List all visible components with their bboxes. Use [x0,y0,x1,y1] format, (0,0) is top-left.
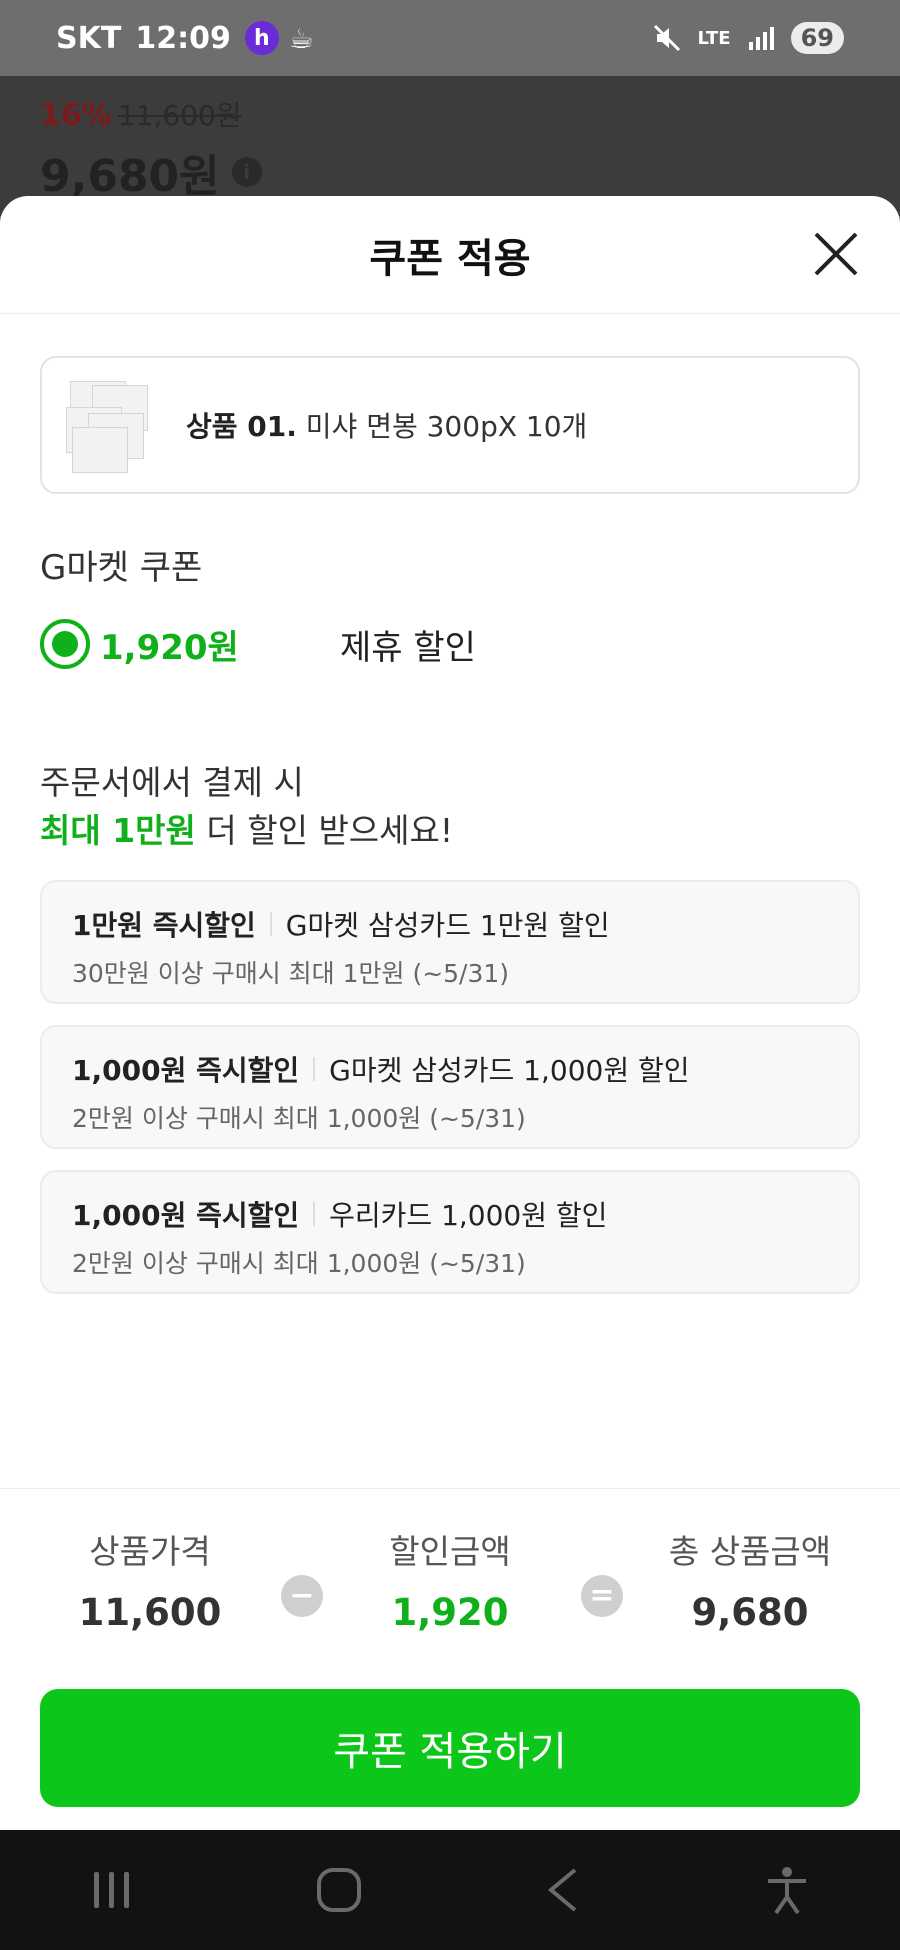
card-offer: 1,000원 즉시할인 우리카드 1,000원 할인 2만원 이상 구매시 최대… [40,1170,860,1294]
app-notification-icon: h [244,21,279,55]
background-product-page: 16% 11,600원 9,680원 i [0,76,900,216]
card-offer: 1만원 즉시할인 G마켓 삼성카드 1만원 할인 30만원 이상 구매시 최대 … [40,880,860,1004]
summary-discount: 할인금액 1,920 [320,1525,580,1634]
gmarket-coupon-label: G마켓 쿠폰 [40,548,203,588]
status-bar: SKT 12:09 h ☕ LTE 69 [0,0,900,76]
recent-apps-icon[interactable] [90,1868,134,1912]
price-summary: 상품가격 11,600 − 할인금액 1,920 = 총 상품금액 9,680 [0,1488,900,1648]
bg-price: 9,680원 [40,151,220,202]
bg-original-price: 11,600원 [117,99,242,132]
accessibility-icon[interactable] [764,1865,810,1915]
offer-name: G마켓 삼성카드 1,000원 할인 [329,1054,690,1087]
divider [269,912,272,936]
bg-price-row: 9,680원 i [40,140,860,204]
offer-title: 1만원 즉시할인 [72,909,256,942]
divider [313,1057,316,1081]
minus-icon: − [281,1575,323,1617]
carrier-label: SKT [56,20,122,56]
apply-coupon-button[interactable]: 쿠폰 적용하기 [40,1689,860,1807]
system-nav-bar [0,1830,900,1950]
summary-price-label: 상품가격 [89,1532,211,1571]
coupon-amount: 1,920원 [100,627,239,668]
close-icon[interactable] [808,226,864,282]
product-card: 상품 01. 미샤 면봉 300pX 10개 [40,356,860,494]
offer-name: 우리카드 1,000원 할인 [329,1199,608,1232]
offer-condition: 2만원 이상 구매시 최대 1,000원 (~5/31) [72,1104,526,1133]
radio-selected-icon[interactable] [40,619,90,669]
offer-name: G마켓 삼성카드 1만원 할인 [285,909,610,942]
product-number: 상품 01. [186,410,297,443]
promo-rest: 더 할인 받으세요! [195,811,454,850]
coupon-option[interactable]: 1,920원 제휴 할인 [40,614,860,674]
offer-title: 1,000원 즉시할인 [72,1054,300,1087]
summary-discount-value: 1,920 [391,1591,509,1634]
info-icon: i [231,157,262,187]
promo-highlight: 최대 1만원 [40,811,196,850]
equals-icon: = [581,1575,623,1617]
sheet-header: 쿠폰 적용 [0,196,900,314]
product-title: 미샤 면봉 300pX 10개 [305,410,588,443]
offer-title: 1,000원 즉시할인 [72,1199,300,1232]
bowl-notification-icon: ☕ [288,21,314,55]
summary-price-value: 11,600 [78,1591,222,1634]
lte-icon: LTE [697,27,731,49]
product-thumbnail [62,377,158,473]
promo-line-2: 최대 1만원 더 할인 받으세요! [40,804,453,852]
divider [313,1202,316,1226]
summary-total-value: 9,680 [691,1591,809,1634]
summary-discount-label: 할인금액 [389,1532,511,1571]
offer-condition: 2만원 이상 구매시 최대 1,000원 (~5/31) [72,1249,526,1278]
bg-discount-rate: 16% [40,98,112,133]
coupon-sheet: 쿠폰 적용 상품 01. 미샤 면봉 300pX 10개 G마켓 쿠폰 1,92… [0,196,900,1830]
clock: 12:09 [135,20,231,56]
coupon-description: 제휴 할인 [340,627,476,668]
battery-indicator: 69 [790,22,844,54]
signal-icon [748,27,774,50]
summary-total-label: 총 상품금액 [668,1532,832,1571]
promo-line-1: 주문서에서 결제 시 [40,763,304,802]
back-icon[interactable] [543,1866,583,1914]
home-icon[interactable] [315,1866,363,1914]
product-name: 상품 01. 미샤 면봉 300pX 10개 [186,405,587,445]
status-icons: LTE 69 [652,22,844,54]
card-offer: 1,000원 즉시할인 G마켓 삼성카드 1,000원 할인 2만원 이상 구매… [40,1025,860,1149]
summary-price: 상품가격 11,600 [20,1525,280,1634]
mute-icon [653,24,680,52]
sheet-title: 쿠폰 적용 [369,235,531,282]
offer-condition: 30만원 이상 구매시 최대 1만원 (~5/31) [72,959,510,988]
summary-total: 총 상품금액 9,680 [620,1525,880,1634]
